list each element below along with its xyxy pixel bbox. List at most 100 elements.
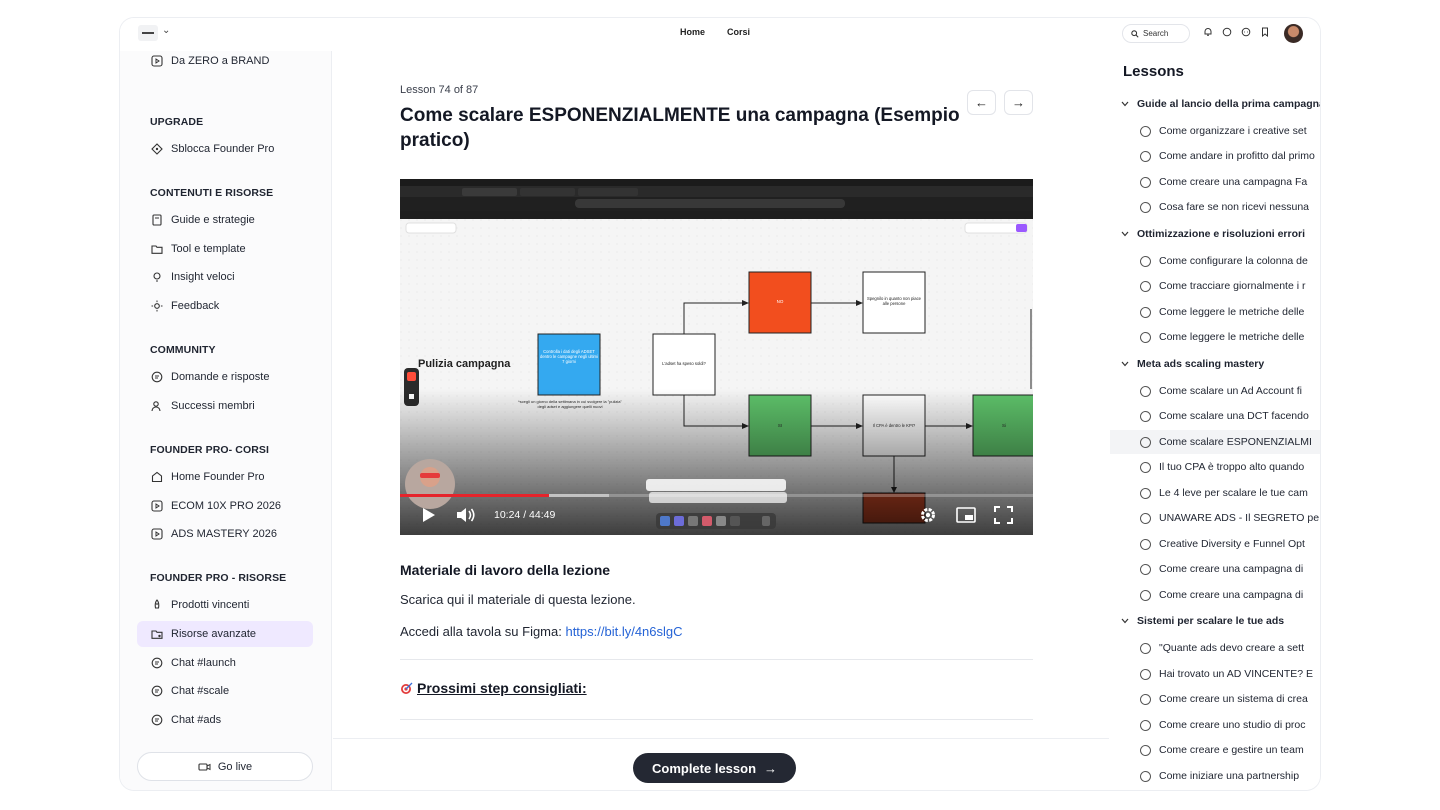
sidebar-item-guide-e-strategie[interactable]: Guide e strategie [150,210,255,230]
fullscreen-button[interactable] [994,506,1013,529]
go-live-button[interactable]: Go live [137,752,313,781]
lesson-item[interactable]: Come creare una campagna di [1110,557,1320,581]
video-progress-bar[interactable] [400,494,549,497]
figma-line: Accedi alla tavola su Figma: https://bit… [400,624,683,639]
lesson-item[interactable]: Come configurare la colonna de [1110,249,1320,273]
lesson-item-label: Come creare un sistema di crea [1159,693,1308,705]
play-button[interactable] [422,507,436,528]
lesson-section-title: Meta ads scaling mastery [1137,358,1265,370]
lesson-item[interactable]: Come andare in profitto dal primo [1110,144,1320,168]
sidebar-item-tool-e-template[interactable]: Tool e template [150,239,246,259]
lesson-item[interactable]: Come leggere le metriche delle [1110,325,1320,349]
sidebar-item-domande-e-risposte[interactable]: Domande e risposte [150,367,269,387]
bookmark-icon[interactable] [1259,26,1270,37]
flow-node-blue: Controlla i dati degli ADSET dentro le c… [540,349,598,364]
flow-node-si: Si [1001,423,1006,428]
settings-button[interactable] [919,506,937,529]
lesson-section-header[interactable]: Guide al lancio della prima campagna [1120,98,1320,110]
lesson-section-header[interactable]: Ottimizzazione e risoluzioni errori [1120,228,1305,240]
sidebar-item-successi-membri[interactable]: Successi membri [150,396,255,416]
lesson-item-current[interactable]: Come scalare ESPONENZIALMI [1110,430,1320,454]
lesson-item[interactable]: Come creare uno studio di proc [1110,713,1320,737]
lesson-item[interactable]: Come tracciare giornalmente i r [1110,274,1320,298]
sidebar-item-feedback[interactable]: Feedback [150,296,219,316]
miniplayer-button[interactable] [956,507,976,528]
sidebar-item-chat-launch[interactable]: Chat #launch [150,653,236,673]
lesson-item[interactable]: Creative Diversity e Funnel Opt [1110,532,1320,556]
lesson-section-header[interactable]: Sistemi per scalare le tue ads [1120,615,1284,627]
next-steps-label: Prossimi step consigliati: [417,680,587,696]
community-logo[interactable] [138,25,158,41]
sidebar-item-label: Feedback [171,300,220,312]
lesson-item[interactable]: Come iniziare una partnership [1110,764,1320,788]
bell-icon[interactable] [1202,26,1213,37]
search-button[interactable]: Search [1122,24,1190,43]
sidebar-item-home-founder-pro[interactable]: Home Founder Pro [150,467,265,487]
lesson-item[interactable]: Come scalare un Ad Account fi [1110,379,1320,403]
lesson-item[interactable]: Come creare un sistema di crea [1110,687,1320,711]
lesson-item[interactable]: Il tuo CPA è troppo alto quando [1110,455,1320,479]
divider [400,659,1033,660]
lesson-item-label: Come configurare la colonna de [1159,255,1308,267]
incomplete-circle-icon [1140,668,1151,680]
sidebar-item-chat-scale[interactable]: Chat #scale [150,681,229,701]
chevron-down-icon[interactable]: ⌄ [162,25,170,36]
sidebar-item-sblocca-founder-pro[interactable]: Sblocca Founder Pro [150,139,274,159]
volume-button[interactable] [456,507,476,528]
play-square-icon [150,500,163,513]
lesson-item[interactable]: Come scalare una DCT facendo [1110,404,1320,428]
previous-lesson-button[interactable]: ← [967,90,996,115]
home-icon [150,471,163,484]
sidebar-item-label: Sblocca Founder Pro [171,143,275,155]
nav-corsi[interactable]: Corsi [727,27,750,37]
download-text: Scarica qui il materiale di questa lezio… [400,592,636,607]
lesson-item[interactable]: Come creare una campagna Fa [1110,170,1320,194]
lesson-item[interactable]: Le 4 leve per scalare le tue cam [1110,481,1320,505]
page-title: Come scalare ESPONENZIALMENTE una campag… [400,105,960,151]
lesson-item[interactable]: Come organizzare i creative set [1110,119,1320,143]
lesson-item[interactable]: UNAWARE ADS - Il SEGRETO pe [1110,506,1320,530]
chat-icon [150,685,163,698]
lesson-counter: Lesson 74 of 87 [400,84,479,96]
lesson-section-title: Guide al lancio della prima campagna [1137,98,1320,110]
sidebar-item-risorse-avanzate[interactable]: Risorse avanzate [137,621,313,647]
chat-bubble-icon[interactable] [1240,26,1251,37]
sidebar: Da ZERO a BRAND UPGRADE Sblocca Founder … [120,51,332,790]
sidebar-item-ads-mastery[interactable]: ADS MASTERY 2026 [150,524,277,544]
sidebar-item-da-zero-a-brand[interactable]: Da ZERO a BRAND [150,51,269,71]
figma-link[interactable]: https://bit.ly/4n6slgC [565,624,682,639]
lessons-panel: Lessons Guide al lancio della prima camp… [1110,51,1320,790]
sidebar-item-chat-ads[interactable]: Chat #ads [150,710,221,730]
canvas-section-label: Pulizia campagna [418,358,511,370]
sidebar-item-ecom-10x-pro[interactable]: ECOM 10X PRO 2026 [150,496,281,516]
sidebar-item-label: Home Founder Pro [171,471,265,483]
lesson-item[interactable]: Cosa fare se non ricevi nessuna [1110,195,1320,219]
messages-icon[interactable] [1221,26,1232,37]
incomplete-circle-icon [1140,176,1151,188]
incomplete-circle-icon [1140,331,1151,343]
sidebar-item-insight-veloci[interactable]: Insight veloci [150,267,235,287]
lesson-item[interactable]: Come creare e gestire un team [1110,738,1320,762]
complete-lesson-button[interactable]: Complete lesson → [633,753,796,783]
lesson-section-header[interactable]: Meta ads scaling mastery [1120,358,1264,370]
incomplete-circle-icon [1140,744,1151,756]
next-lesson-button[interactable]: → [1004,90,1033,115]
lesson-item[interactable]: Come leggere le metriche delle [1110,300,1320,324]
sidebar-item-prodotti-vincenti[interactable]: Prodotti vincenti [150,595,249,615]
incomplete-circle-icon [1140,150,1151,162]
go-live-label: Go live [217,760,253,773]
lesson-section-title: Sistemi per scalare le tue ads [1137,615,1285,627]
chevron-down-icon [1120,360,1129,369]
lesson-item-label: "Quante ads devo creare a sett [1159,642,1304,654]
lesson-item-label: Come creare e gestire un team [1159,744,1304,756]
incomplete-circle-icon [1140,538,1151,550]
sidebar-item-label: ADS MASTERY 2026 [171,528,277,540]
nav-home[interactable]: Home [680,27,705,37]
video-player[interactable]: Pulizia campagna Controlla i dati degli … [400,179,1033,535]
video-camera-icon [198,762,211,771]
avatar[interactable] [1284,24,1303,43]
lesson-item[interactable]: Come creare una campagna di [1110,583,1320,607]
lesson-item[interactable]: "Quante ads devo creare a sett [1110,636,1320,660]
lesson-item[interactable]: Hai trovato un AD VINCENTE? E [1110,662,1320,686]
search-label: Search [1143,29,1169,38]
